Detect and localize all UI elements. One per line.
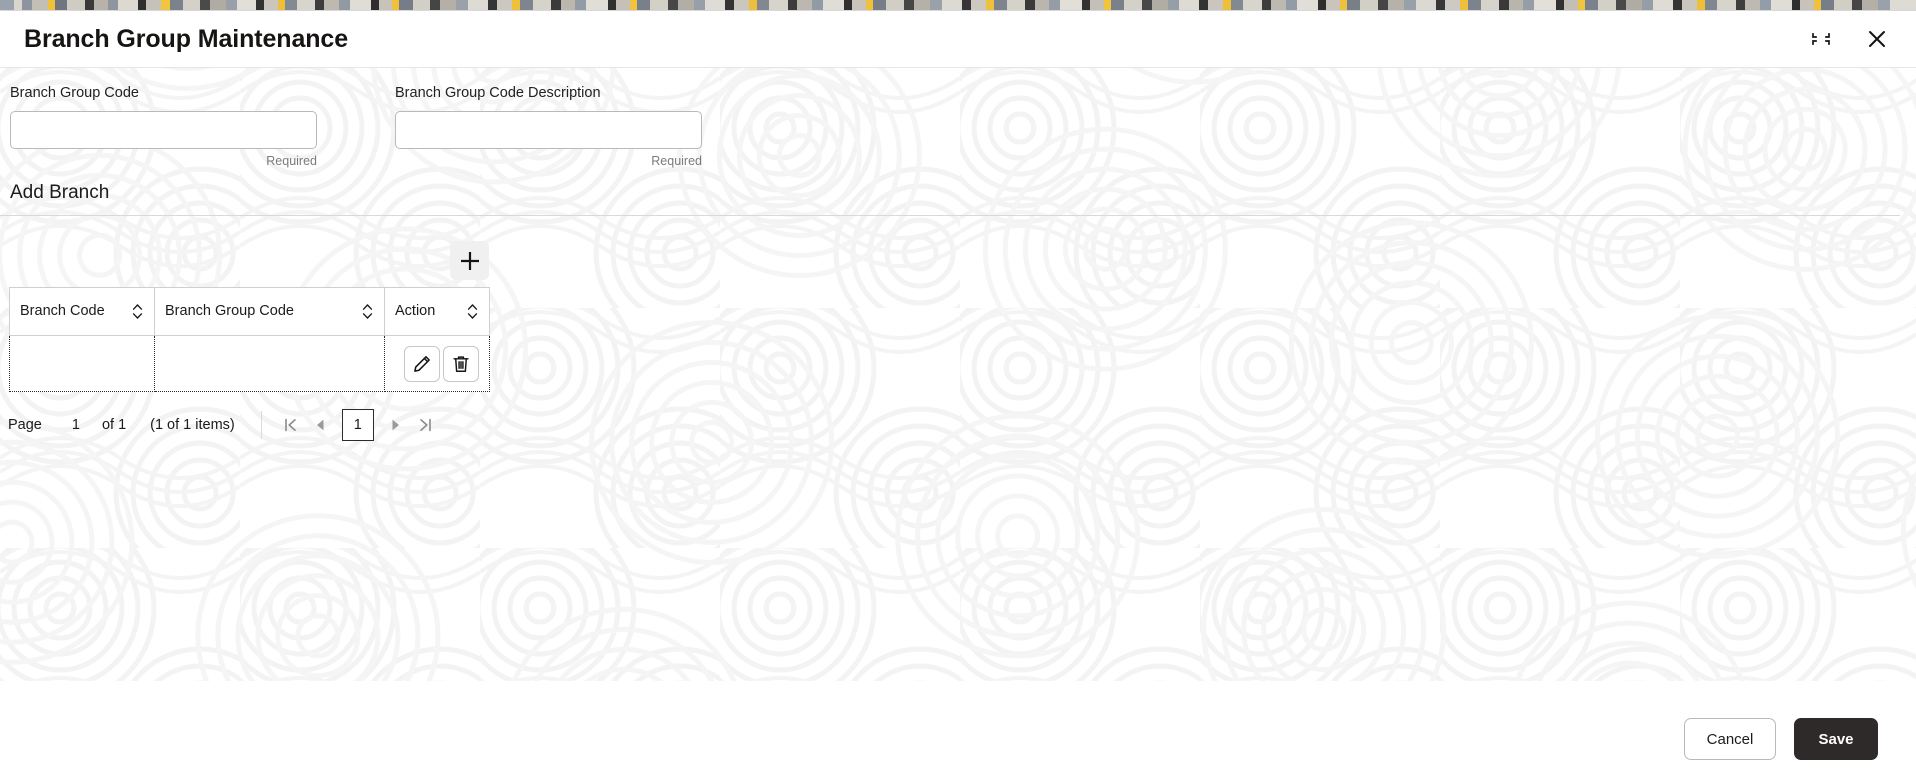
branch-group-code-label: Branch Group Code [10, 85, 139, 101]
branch-group-code-required-hint: Required [266, 153, 317, 168]
dialog-footer: Cancel Save [0, 701, 1916, 777]
close-icon[interactable] [1860, 22, 1894, 56]
cancel-button[interactable]: Cancel [1684, 718, 1776, 760]
first-page-icon[interactable] [276, 410, 306, 440]
column-header-branch-group-code-label: Branch Group Code [165, 303, 294, 320]
column-header-branch-group-code[interactable]: Branch Group Code [154, 287, 385, 336]
branch-group-maintenance-dialog: Branch Group Maintenance Branch Group Co… [0, 11, 1916, 777]
add-branch-section-header: Add Branch [0, 183, 1916, 202]
cell-branch-code[interactable] [9, 335, 155, 392]
branch-group-code-description-required-hint: Required [651, 153, 702, 168]
save-button[interactable]: Save [1794, 718, 1878, 760]
titlebar-actions [1804, 22, 1894, 56]
add-branch-toolbar [9, 216, 489, 287]
prev-page-icon[interactable] [306, 410, 336, 440]
pagination-total-pages: of 1 [101, 417, 127, 433]
cell-branch-group-code[interactable] [154, 335, 385, 392]
pagination-item-count: (1 of 1 items) [150, 417, 235, 433]
pagination-page-1-button[interactable]: 1 [341, 409, 374, 441]
dialog-content: Branch Group Code Required Branch Group … [0, 68, 1916, 442]
background-page-strip [0, 0, 1916, 11]
column-header-action[interactable]: Action [384, 287, 490, 336]
branch-group-code-field-group: Branch Group Code Required [10, 86, 395, 167]
pagination-current-page: 1 [71, 417, 80, 433]
column-header-branch-code[interactable]: Branch Code [9, 287, 155, 336]
delete-row-button[interactable] [443, 345, 479, 382]
branch-group-code-description-field-group: Branch Group Code Description Required [395, 86, 780, 167]
last-page-icon[interactable] [410, 410, 440, 440]
dialog-titlebar: Branch Group Maintenance [0, 11, 1916, 68]
row-action-buttons [404, 345, 479, 382]
sort-updown-icon[interactable] [131, 303, 144, 320]
dialog-body: Branch Group Code Required Branch Group … [0, 68, 1916, 701]
section-title: Add Branch [10, 182, 110, 203]
pagination-divider [260, 411, 262, 439]
add-branch-button[interactable] [450, 241, 489, 280]
branch-group-code-description-label: Branch Group Code Description [395, 85, 601, 101]
collapse-icon[interactable] [1804, 22, 1838, 56]
branch-table: Branch Code Branch Group Code Action [9, 287, 490, 392]
branch-table-wrapper: Branch Code Branch Group Code Action [9, 287, 490, 392]
plus-icon [460, 251, 479, 270]
sort-updown-icon[interactable] [361, 303, 374, 320]
edit-row-button[interactable] [404, 345, 440, 382]
pencil-icon [414, 355, 430, 372]
pagination-page-label: Page [8, 417, 42, 433]
branch-group-code-description-input[interactable] [395, 110, 702, 149]
trash-icon [453, 355, 469, 372]
form-row: Branch Group Code Required Branch Group … [0, 68, 1916, 167]
pagination: Page 1 of 1 (1 of 1 items) 1 [8, 408, 1916, 442]
table-header-row: Branch Code Branch Group Code Action [9, 287, 490, 336]
branch-group-code-input[interactable] [10, 110, 317, 149]
table-row[interactable] [9, 335, 490, 392]
page-title: Branch Group Maintenance [24, 24, 349, 53]
cell-action [384, 335, 490, 392]
sort-updown-icon[interactable] [466, 303, 479, 320]
column-header-action-label: Action [395, 303, 436, 320]
column-header-branch-code-label: Branch Code [20, 303, 105, 320]
next-page-icon[interactable] [380, 410, 410, 440]
